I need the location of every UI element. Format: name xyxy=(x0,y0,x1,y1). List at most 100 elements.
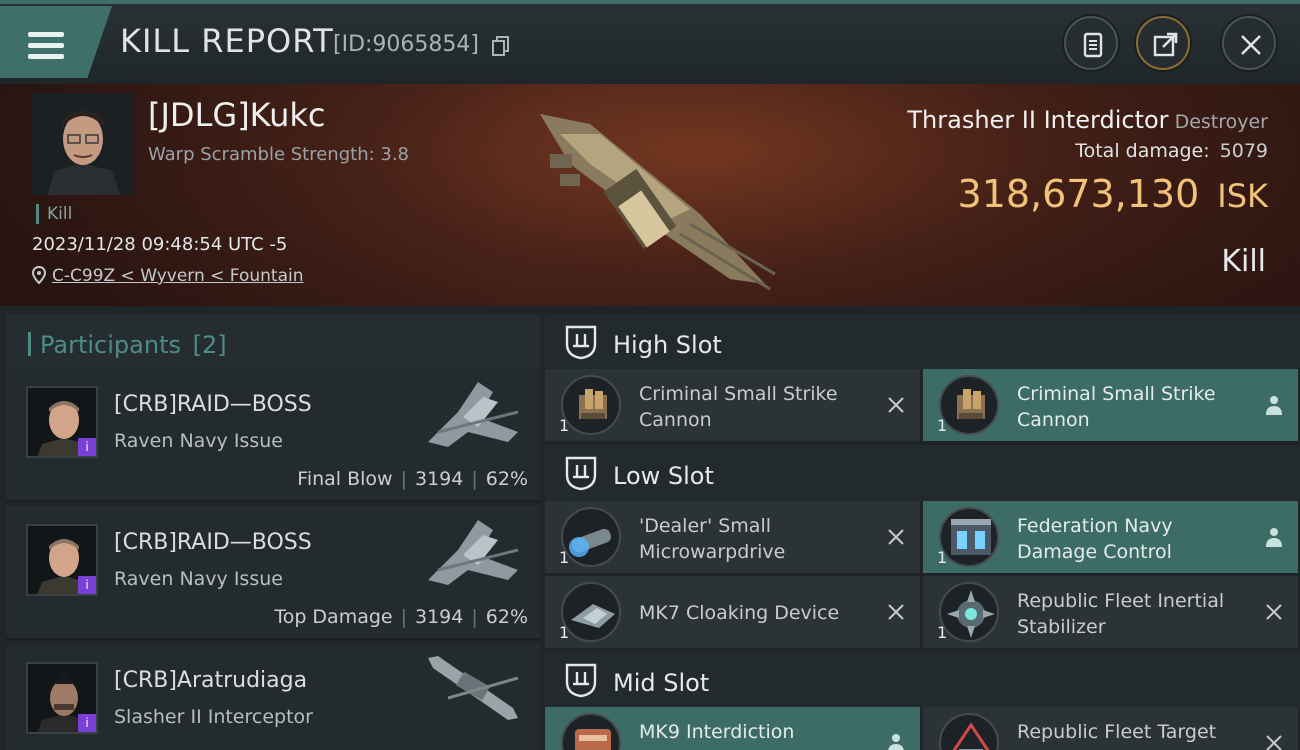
participant-stats: Top Damage | 3194 | 62% xyxy=(274,606,528,628)
module-quantity: 1 xyxy=(559,548,570,567)
kill-id: [ID:9065854] xyxy=(333,32,479,57)
person-icon xyxy=(1266,528,1282,547)
participant-name: [CRB]Aratrudiaga xyxy=(114,668,308,693)
menu-icon xyxy=(28,32,64,60)
victim-name[interactable]: [JDLG]Kukc xyxy=(148,96,325,134)
info-badge-icon: i xyxy=(78,438,96,456)
participant-ship-image xyxy=(418,648,528,728)
module-name: Federation Navy Damage Control xyxy=(1017,515,1173,563)
inertial-stabilizer-module-icon xyxy=(939,582,999,642)
page-title: KILL REPORT xyxy=(120,22,334,60)
participant-ship: Raven Navy Issue xyxy=(114,430,283,452)
high-slot-icon xyxy=(565,325,597,360)
module-name: MK7 Cloaking Device xyxy=(639,602,840,624)
module-name: MK9 Interdiction xyxy=(639,721,795,743)
damage-control-module-icon xyxy=(939,507,999,567)
info-badge-icon: i xyxy=(78,714,96,732)
participants-label: Participants xyxy=(40,331,181,359)
participant-row[interactable]: i [CRB]RAID—BOSS Raven Navy Issue Top Da… xyxy=(6,506,540,640)
person-icon xyxy=(888,734,904,750)
destroyed-x-icon xyxy=(1266,735,1282,750)
close-icon xyxy=(1241,35,1261,55)
close-button[interactable] xyxy=(1222,16,1276,70)
module-name: Criminal Small Strike Cannon xyxy=(639,383,838,431)
high-slot-label: High Slot xyxy=(613,331,722,359)
outcome-label: Kill xyxy=(1221,244,1266,279)
participant-name: [CRB]RAID—BOSS xyxy=(114,530,312,555)
low-slot-label: Low Slot xyxy=(613,462,714,490)
share-button[interactable] xyxy=(1136,16,1190,70)
module-name: 'Dealer' Small Microwarpdrive xyxy=(639,515,786,563)
participant-damage-pct: 62% xyxy=(485,606,528,628)
ship-name: Thrasher II Interdictor xyxy=(907,106,1169,134)
module-quantity: 1 xyxy=(937,416,948,435)
module-name: Criminal Small Strike Cannon xyxy=(1017,383,1216,431)
participant-damage-pct: 62% xyxy=(485,468,528,490)
participant-avatar: i xyxy=(26,662,98,734)
participant-avatar: i xyxy=(26,386,98,458)
document-button[interactable] xyxy=(1064,16,1118,70)
module-item[interactable]: 1 MK7 Cloaking Device xyxy=(545,576,920,648)
victim-ship-type[interactable]: Thrasher II Interdictor Destroyer xyxy=(907,106,1268,134)
module-item[interactable]: 1 'Dealer' Small Microwarpdrive xyxy=(545,501,920,573)
victim-portrait[interactable] xyxy=(32,93,134,195)
kill-type-tag: Kill xyxy=(36,204,72,224)
destroyed-x-icon xyxy=(888,529,904,545)
module-item[interactable]: 1 Republic Fleet Inertial Stabilizer xyxy=(923,576,1298,648)
mid-slot-icon xyxy=(565,663,597,698)
participant-damage: 3194 xyxy=(415,606,464,628)
header-accent-line xyxy=(0,0,1300,4)
module-quantity: 1 xyxy=(937,623,948,642)
participant-ship: Raven Navy Issue xyxy=(114,568,283,590)
interdiction-module-icon xyxy=(561,713,621,750)
module-item[interactable]: 1 Criminal Small Strike Cannon xyxy=(923,369,1298,441)
location-pin-icon xyxy=(31,265,47,289)
participant-damage: 3194 xyxy=(415,468,464,490)
microwarpdrive-module-icon xyxy=(561,507,621,567)
participant-ship: Slasher II Interceptor xyxy=(114,706,313,728)
target-module-icon xyxy=(939,713,999,750)
low-slot-icon xyxy=(565,456,597,491)
module-name: Republic Fleet Target xyxy=(1017,721,1217,743)
mid-slot-label: Mid Slot xyxy=(613,669,710,697)
cannon-module-icon xyxy=(939,375,999,435)
warp-scramble-strength: Warp Scramble Strength: 3.8 xyxy=(148,144,410,165)
participant-stats: Final Blow | 3194 | 62% xyxy=(297,468,528,490)
victim-ship-image xyxy=(530,94,780,294)
share-icon xyxy=(1153,32,1178,57)
total-damage: Total damage: 5079 xyxy=(1075,140,1268,162)
kill-datetime: 2023/11/28 09:48:54 UTC -5 xyxy=(32,234,288,255)
total-damage-label: Total damage: xyxy=(1075,140,1210,162)
menu-button[interactable] xyxy=(0,6,112,78)
participant-row[interactable]: i [CRB]RAID—BOSS Raven Navy Issue Final … xyxy=(6,368,540,502)
module-quantity: 1 xyxy=(937,548,948,567)
fitting-panel: High Slot 1 Criminal Small Strike Cannon… xyxy=(545,306,1300,750)
module-item[interactable]: 1 Federation Navy Damage Control xyxy=(923,501,1298,573)
module-item[interactable]: Republic Fleet Target xyxy=(923,707,1298,750)
info-badge-icon: i xyxy=(78,576,96,594)
cloaking-device-module-icon xyxy=(561,582,621,642)
module-item[interactable]: 1 Criminal Small Strike Cannon xyxy=(545,369,920,441)
module-quantity: 1 xyxy=(559,623,570,642)
mid-slot-header: Mid Slot xyxy=(545,652,1300,708)
participant-ship-image xyxy=(418,372,528,452)
victim-banner: [JDLG]Kukc Warp Scramble Strength: 3.8 K… xyxy=(0,84,1300,306)
copy-icon[interactable] xyxy=(492,36,510,56)
participant-name: [CRB]RAID—BOSS xyxy=(114,392,312,417)
destroyed-x-icon xyxy=(888,604,904,620)
participants-header[interactable]: Participants [2] xyxy=(6,314,540,370)
isk-unit: ISK xyxy=(1217,177,1268,215)
module-name: Republic Fleet Inertial Stabilizer xyxy=(1017,590,1225,638)
participant-row[interactable]: i [CRB]Aratrudiaga Slasher II Intercepto… xyxy=(6,644,540,750)
destroyed-x-icon xyxy=(888,397,904,413)
kill-location[interactable]: C-C99Z < Wyvern < Fountain xyxy=(31,265,304,289)
location-link[interactable]: C-C99Z < Wyvern < Fountain xyxy=(52,266,304,286)
module-item[interactable]: MK9 Interdiction xyxy=(545,707,920,750)
participants-panel: Participants [2] i [CRB]RAID—BOSS Raven … xyxy=(0,306,545,750)
participant-ship-image xyxy=(418,510,528,590)
low-slot-header: Low Slot xyxy=(545,445,1300,501)
destroyed-x-icon xyxy=(1266,604,1282,620)
module-quantity: 1 xyxy=(559,416,570,435)
document-icon xyxy=(1083,32,1103,58)
person-icon xyxy=(1266,396,1282,415)
